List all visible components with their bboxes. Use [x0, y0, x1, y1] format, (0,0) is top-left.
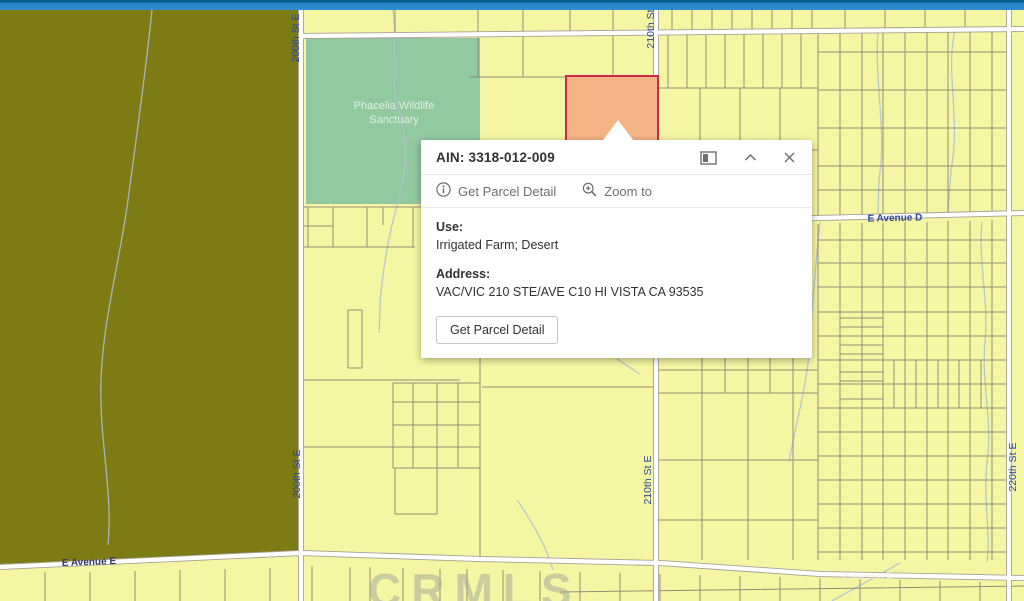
avenue-d-label: E Avenue D: [867, 212, 922, 224]
popup-title: AIN: 3318-012-009: [436, 150, 700, 165]
popup-action-bar: Get Parcel Detail Zoom to: [421, 174, 812, 208]
parcel-viewer-window: Phacelia Wildlife Sanctuary 200th St E 2…: [0, 0, 1024, 601]
street-label-200th-top: 200th St E: [290, 13, 302, 62]
avenue-e-label: E Avenue E: [62, 556, 117, 569]
action-zoom-to[interactable]: Zoom to: [582, 182, 652, 200]
action-label: Get Parcel Detail: [458, 184, 556, 199]
street-label-210th-top: 210th St: [645, 9, 657, 48]
sanctuary-label-line2: Sanctuary: [369, 114, 419, 126]
use-field: Use: Irrigated Farm; Desert: [436, 219, 797, 254]
dock-icon[interactable]: [700, 151, 717, 165]
close-icon[interactable]: [784, 152, 795, 163]
use-value: Irrigated Farm; Desert: [436, 237, 797, 253]
address-field: Address: VAC/VIC 210 STE/AVE C10 HI VIST…: [436, 266, 797, 301]
street-label-220th: 220th St E: [1007, 442, 1019, 491]
address-label: Address:: [436, 266, 797, 282]
use-label: Use:: [436, 219, 797, 235]
popup-pointer: [603, 120, 633, 140]
open-space-area[interactable]: [0, 10, 298, 564]
street-label-200th-bottom: 200th St E: [291, 449, 303, 498]
address-value: VAC/VIC 210 STE/AVE C10 HI VISTA CA 9353…: [436, 284, 797, 300]
info-icon: [436, 182, 451, 200]
collapse-chevron-icon[interactable]: [744, 153, 757, 162]
get-parcel-detail-button[interactable]: Get Parcel Detail: [436, 316, 558, 344]
watermark: CRMLS: [368, 564, 582, 601]
zoom-magnifier-icon: [582, 182, 597, 200]
popup-body: Use: Irrigated Farm; Desert Address: VAC…: [421, 208, 812, 358]
avenue-e-right-label: E Avenue E: [843, 571, 893, 583]
popup-header: AIN: 3318-012-009: [421, 140, 812, 174]
sanctuary-label-line1: Phacelia Wildlife: [354, 100, 435, 112]
browser-edge-strip: [0, 0, 1024, 10]
street-label-210th-bottom: 210th St E: [642, 455, 654, 504]
parcel-popup: AIN: 3318-012-009: [421, 140, 812, 358]
action-label: Zoom to: [604, 184, 652, 199]
action-get-parcel-detail[interactable]: Get Parcel Detail: [436, 182, 556, 200]
